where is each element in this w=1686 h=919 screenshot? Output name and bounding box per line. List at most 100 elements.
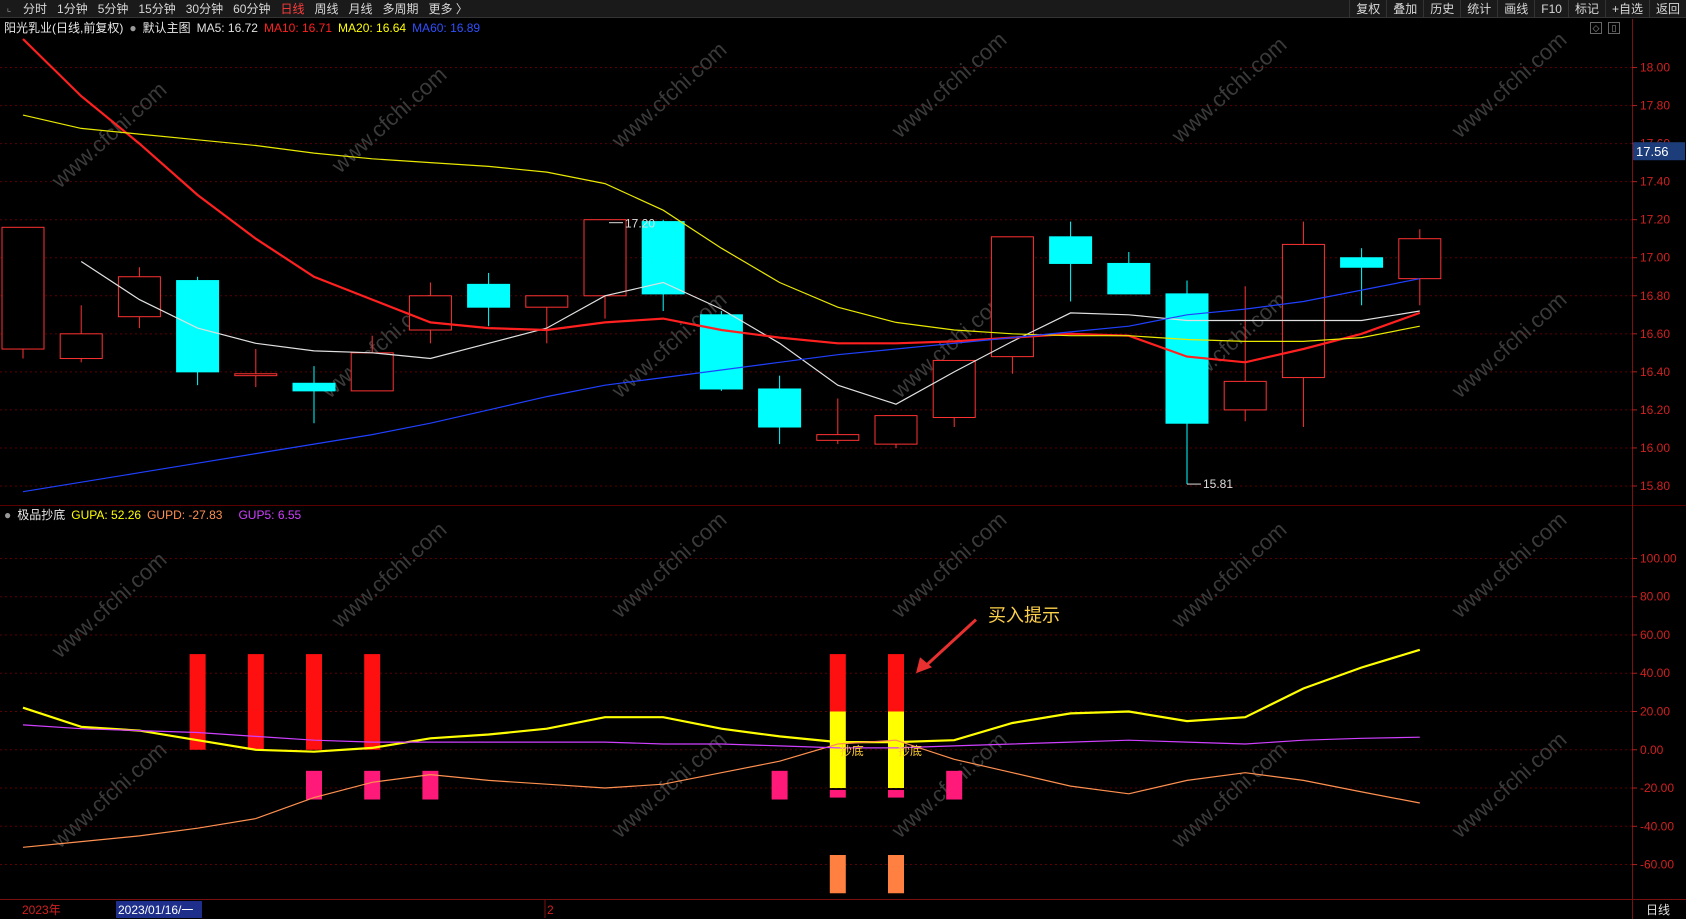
signal-bar-red[interactable]: [888, 654, 904, 712]
period-tab-7[interactable]: 周线: [309, 0, 343, 18]
indicator-tick-label: 80.00: [1640, 590, 1670, 604]
gupa-label: GUPA: 52.26: [71, 508, 142, 522]
watermark-text: www.cfchi.com: [1166, 32, 1292, 149]
toolbar-button-5[interactable]: F10: [1534, 0, 1568, 18]
period-tab-4[interactable]: 30分钟: [181, 0, 228, 18]
candle-up[interactable]: [1398, 238, 1442, 280]
signal-bar-red[interactable]: [829, 654, 846, 712]
candle-up[interactable]: [350, 352, 394, 392]
indicator-tick-label: -60.00: [1640, 858, 1674, 872]
month-label: 2: [547, 903, 554, 917]
candle-up[interactable]: [1, 226, 45, 350]
price-tick-label: 17.40: [1640, 175, 1670, 189]
candle-up[interactable]: [117, 276, 161, 318]
kline-chart-svg[interactable]: 18.0017.8017.6017.4017.2017.0016.8016.60…: [0, 19, 1686, 919]
candle-up[interactable]: [583, 219, 627, 297]
candle-up[interactable]: [932, 359, 976, 419]
toolbar-button-7[interactable]: +自选: [1604, 0, 1649, 18]
period-tab-8[interactable]: 月线: [344, 0, 378, 18]
ma5-label: MA5: 16.72: [196, 21, 258, 35]
indicator-tick-label: 20.00: [1640, 705, 1670, 719]
pane-controls: ◇ ▯: [1590, 22, 1620, 34]
candle-up[interactable]: [1223, 380, 1267, 411]
signal-bar-pink[interactable]: [306, 770, 322, 800]
candle-down[interactable]: [176, 280, 220, 373]
candle-up[interactable]: [816, 434, 860, 441]
buy-hint-label: 买入提示: [988, 606, 1060, 626]
template-dot-icon: ●: [129, 21, 137, 35]
signal-bar-orange[interactable]: [888, 854, 904, 894]
candle-down[interactable]: [1049, 236, 1093, 264]
price-tick-label: 18.00: [1640, 61, 1670, 75]
signal-bar-pink[interactable]: [364, 770, 381, 800]
period-tab-1[interactable]: 1分钟: [52, 0, 93, 18]
period-label[interactable]: 日线: [1646, 903, 1670, 917]
chart-area[interactable]: 18.0017.8017.6017.4017.2017.0016.8016.60…: [0, 19, 1686, 919]
sub-info-bar: ● 极品抄底 GUPA: 52.26 GUPD: -27.83 GUP5: 6.…: [4, 506, 301, 524]
period-tab-0[interactable]: 分时: [18, 0, 52, 18]
period-tab-9[interactable]: 多周期: [378, 0, 424, 18]
price-tick-label: 17.20: [1640, 213, 1670, 227]
price-tick-label: 16.20: [1640, 403, 1670, 417]
bottom-signal-text: 抄底: [898, 743, 922, 758]
watermark-text: www.cfchi.com: [1446, 27, 1572, 144]
candle-down[interactable]: [1107, 262, 1151, 295]
indicator-tick-label: 0.00: [1640, 743, 1664, 757]
candle-up[interactable]: [874, 415, 918, 445]
signal-bar-orange[interactable]: [829, 854, 846, 894]
menu-icon[interactable]: ⌞: [0, 0, 18, 18]
period-tab-6[interactable]: 日线: [275, 0, 309, 18]
toolbar-button-1[interactable]: 叠加: [1386, 0, 1423, 18]
indicator-tick-label: -40.00: [1640, 819, 1674, 833]
period-tab-5[interactable]: 60分钟: [228, 0, 275, 18]
candle-up[interactable]: [234, 373, 278, 377]
signal-bar-pink[interactable]: [946, 770, 963, 800]
candle-down[interactable]: [467, 283, 511, 308]
watermark-text: www.cfchi.com: [1446, 287, 1572, 404]
selected-date-label[interactable]: 2023/01/16/一: [118, 903, 193, 917]
toolbar-button-8[interactable]: 返回: [1648, 0, 1686, 18]
toolbar-button-2[interactable]: 历史: [1423, 0, 1460, 18]
gup5-label: GUP5: 6.55: [238, 508, 302, 522]
main-info-bar: 阳光乳业(日线,前复权) ● 默认主图 MA5: 16.72 MA10: 16.…: [4, 19, 480, 37]
signal-bar-red[interactable]: [364, 654, 381, 750]
watermark-text: www.cfchi.com: [46, 547, 172, 664]
toolbar-button-3[interactable]: 统计: [1460, 0, 1497, 18]
toolbar-button-6[interactable]: 标记: [1567, 0, 1605, 18]
template-label[interactable]: 默认主图: [143, 19, 191, 37]
signal-bar-pink[interactable]: [771, 770, 788, 800]
signal-bar-red[interactable]: [306, 654, 322, 750]
buy-hint-arrow-head: [916, 657, 932, 674]
candle-up[interactable]: [1281, 243, 1325, 379]
year-label: 2023年: [22, 903, 61, 917]
watermark-text: www.cfchi.com: [1166, 737, 1292, 854]
price-tick-label: 17.80: [1640, 99, 1670, 113]
period-tab-10[interactable]: 更多 〉: [424, 0, 473, 18]
indicator-name[interactable]: 极品抄底: [17, 506, 65, 524]
toolbar-right-buttons: 复权 叠加 历史 统计 画线 F10 标记 +自选 返回: [1349, 0, 1686, 18]
toolbar-button-4[interactable]: 画线: [1497, 0, 1534, 18]
watermark-text: www.cfchi.com: [606, 507, 732, 624]
period-tab-2[interactable]: 5分钟: [93, 0, 134, 18]
signal-bar-pink[interactable]: [888, 789, 904, 798]
candle-down[interactable]: [758, 388, 802, 428]
signal-bar-red[interactable]: [189, 654, 206, 750]
indicator-tick-label: 40.00: [1640, 666, 1670, 680]
candle-down[interactable]: [1340, 257, 1384, 268]
signal-bar-pink[interactable]: [829, 789, 846, 798]
signal-bar-red[interactable]: [247, 654, 264, 750]
stock-title[interactable]: 阳光乳业(日线,前复权): [4, 19, 123, 37]
price-tick-label: 15.80: [1640, 479, 1670, 493]
pane-maximize-icon[interactable]: ▯: [1608, 22, 1620, 34]
price-tick-label: 16.40: [1640, 365, 1670, 379]
pane-settings-icon[interactable]: ◇: [1590, 22, 1602, 34]
candle-up[interactable]: [59, 333, 103, 360]
ma60-label: MA60: 16.89: [412, 21, 481, 35]
indicator-tick-label: 100.00: [1640, 551, 1677, 565]
candle-down[interactable]: [699, 314, 743, 390]
toolbar-button-0[interactable]: 复权: [1349, 0, 1386, 18]
period-tab-3[interactable]: 15分钟: [133, 0, 180, 18]
candle-up[interactable]: [525, 295, 569, 308]
period-tabs: 分时 1分钟 5分钟 15分钟 30分钟 60分钟 日线 周线 月线 多周期 更多 〉: [18, 0, 473, 18]
candle-down[interactable]: [292, 382, 336, 392]
